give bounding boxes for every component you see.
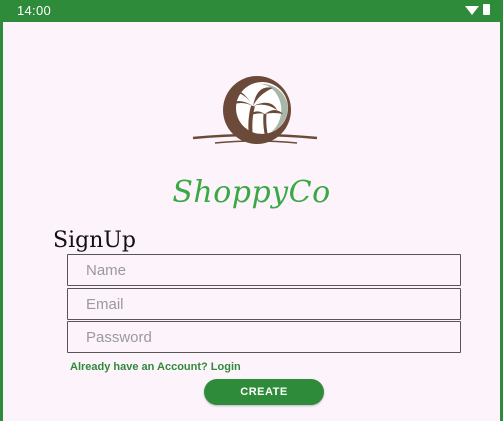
- battery-icon: [483, 4, 490, 15]
- page-title: SignUp: [53, 228, 136, 253]
- signup-screen: 14:00 ShoppyCo SignUp Already have an Ac…: [0, 0, 503, 421]
- status-time: 14:00: [17, 3, 52, 18]
- status-bar: 14:00: [3, 0, 500, 22]
- palm-tree-logo-icon: [192, 76, 318, 144]
- brand-name: ShoppyCo: [172, 175, 331, 210]
- email-field[interactable]: [67, 288, 461, 320]
- wifi-icon: [465, 5, 479, 15]
- create-button[interactable]: CREATE: [204, 379, 324, 405]
- login-link[interactable]: Already have an Account? Login: [70, 361, 241, 373]
- name-field[interactable]: [67, 254, 461, 286]
- status-icons: [465, 4, 490, 15]
- password-field[interactable]: [67, 321, 461, 353]
